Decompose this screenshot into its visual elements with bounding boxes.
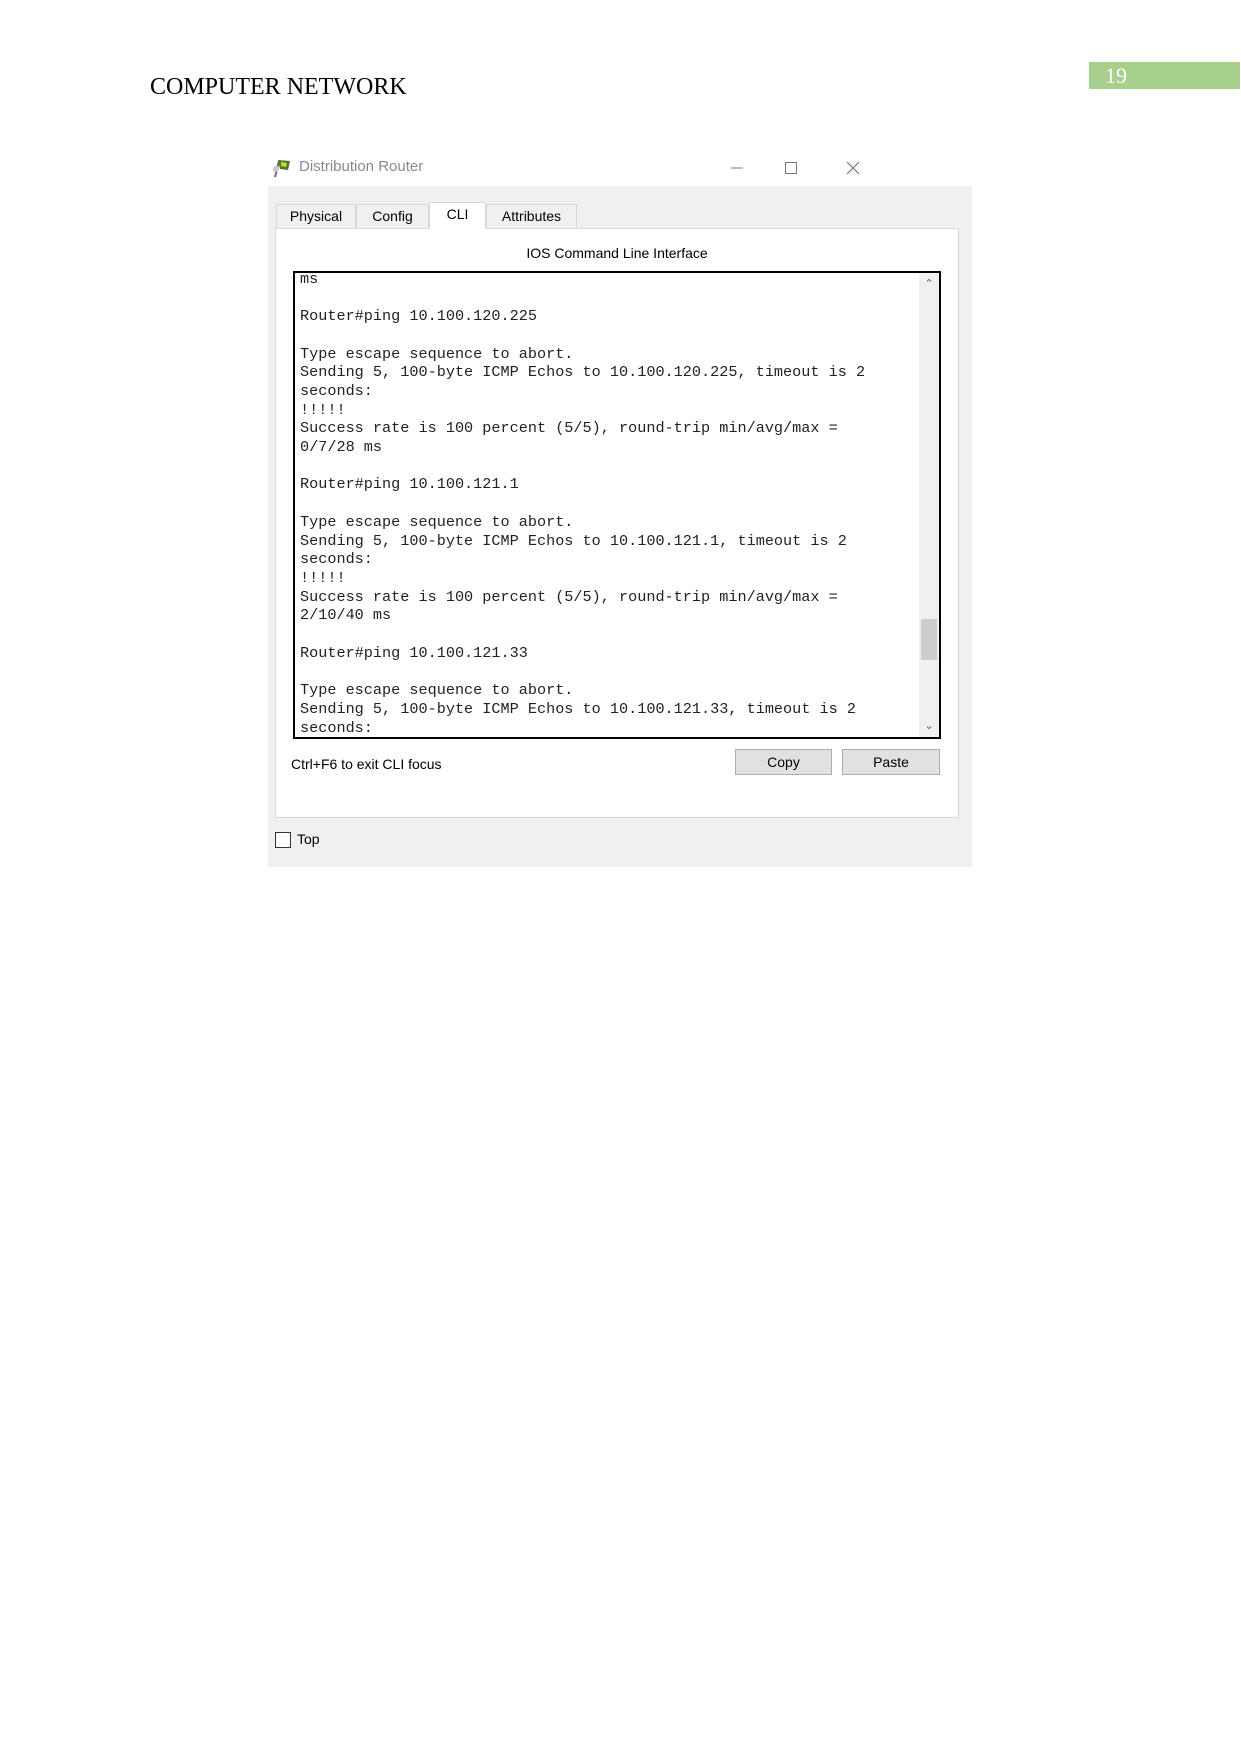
cli-output[interactable]: Success rate is 100 percent (5/5), round… — [300, 271, 892, 737]
cli-line: seconds: — [300, 381, 373, 400]
cli-line: Type escape sequence to abort. — [300, 344, 574, 363]
cli-line: Success rate is 100 percent (5/5), round… — [300, 419, 838, 438]
tab-cli[interactable]: CLI — [429, 202, 486, 229]
cli-line: !!!!! — [300, 568, 346, 587]
cli-line: Type escape sequence to abort. — [300, 512, 574, 531]
cli-terminal[interactable]: Success rate is 100 percent (5/5), round… — [293, 271, 941, 739]
cli-line: Router#ping 10.100.121.1 — [300, 475, 519, 494]
page-number: 19 — [1105, 63, 1127, 88]
scroll-down-icon[interactable]: ⌄ — [919, 717, 939, 735]
cli-line: Router#ping 10.100.121.33 — [300, 643, 528, 662]
distribution-router-window: Distribution Router Physical Config CLI … — [268, 151, 972, 867]
tab-physical[interactable]: Physical — [276, 204, 356, 228]
top-checkbox[interactable] — [275, 832, 291, 848]
close-icon[interactable] — [838, 155, 868, 181]
top-checkbox-label[interactable]: Top — [297, 831, 320, 847]
tab-config[interactable]: Config — [356, 204, 429, 228]
document-header: COMPUTER NETWORK — [150, 74, 407, 100]
cli-line: seconds: — [300, 718, 373, 737]
page-number-box: 19 — [1089, 62, 1240, 89]
cli-focus-hint: Ctrl+F6 to exit CLI focus — [291, 756, 442, 772]
router-app-icon — [273, 160, 290, 178]
cli-line: Router#ping 10.100.120.225 — [300, 307, 537, 326]
tab-attributes[interactable]: Attributes — [486, 204, 577, 228]
panel-title: IOS Command Line Interface — [526, 245, 708, 261]
scrollbar[interactable]: ⌃ ⌄ — [919, 273, 939, 737]
title-bar[interactable]: Distribution Router — [268, 151, 972, 186]
window-title: Distribution Router — [299, 158, 424, 175]
cli-panel: IOS Command Line Interface Success rate … — [275, 228, 959, 818]
cli-line: ms — [300, 271, 319, 288]
cli-line: seconds: — [300, 550, 373, 569]
maximize-icon[interactable] — [776, 155, 806, 181]
cli-line: Sending 5, 100-byte ICMP Echos to 10.100… — [300, 531, 847, 550]
cli-line: 0/7/28 ms — [300, 438, 383, 457]
cli-line: !!!!! — [300, 400, 346, 419]
cli-line: 2/10/40 ms — [300, 606, 392, 625]
scroll-up-icon[interactable]: ⌃ — [919, 275, 939, 293]
scrollbar-thumb[interactable] — [921, 618, 937, 660]
cli-line: Sending 5, 100-byte ICMP Echos to 10.100… — [300, 699, 856, 718]
minimize-icon[interactable] — [722, 155, 752, 181]
cli-line: Success rate is 100 percent (5/5), round… — [300, 587, 838, 606]
copy-button[interactable]: Copy — [735, 749, 832, 775]
cli-line: Type escape sequence to abort. — [300, 681, 574, 700]
cli-line: Sending 5, 100-byte ICMP Echos to 10.100… — [300, 363, 866, 382]
paste-button[interactable]: Paste — [842, 749, 940, 775]
